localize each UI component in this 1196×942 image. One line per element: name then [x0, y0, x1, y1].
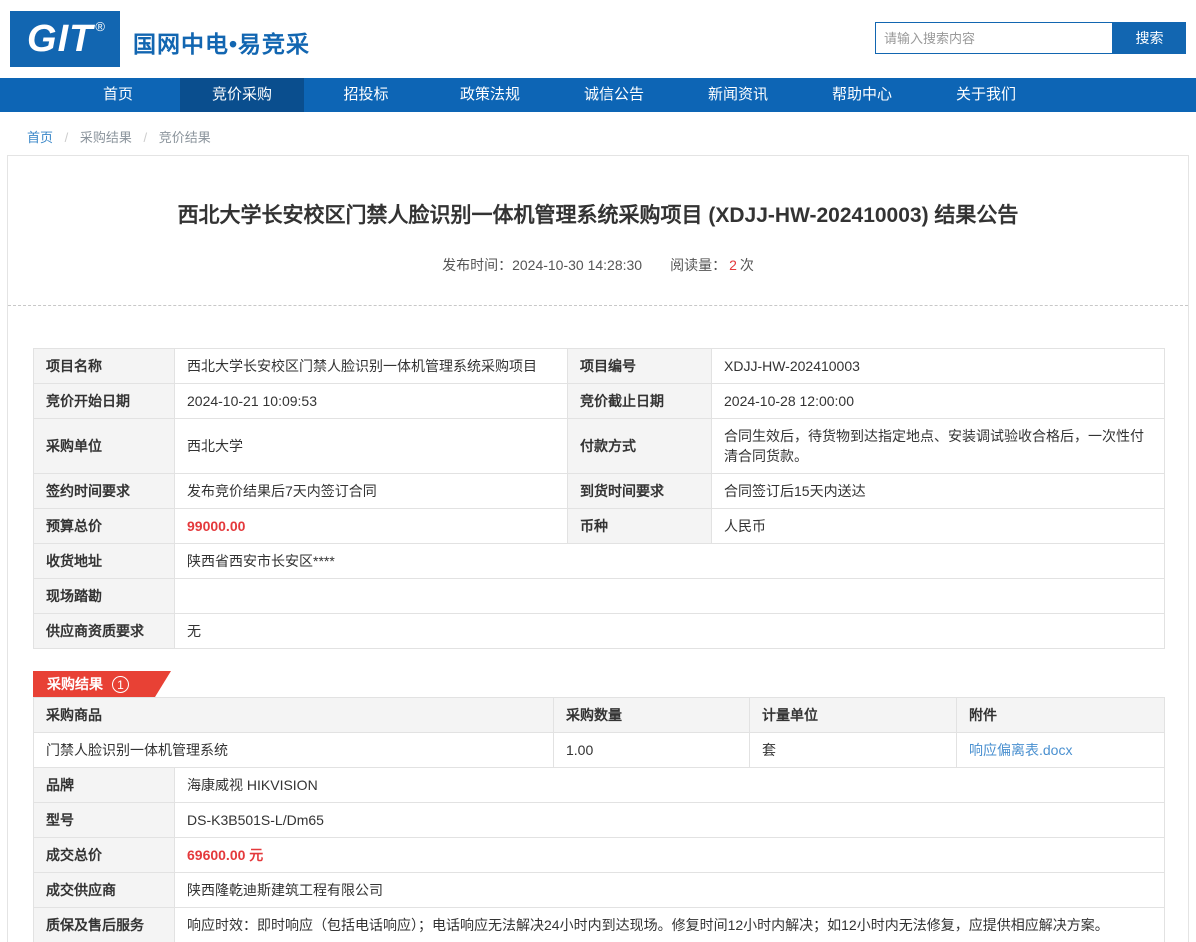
field-label: 收货地址 — [34, 544, 175, 579]
field-value: 合同生效后，待货物到达指定地点、安装调试验收合格后，一次性付清合同货款。 — [712, 419, 1165, 474]
field-value: 2024-10-28 12:00:00 — [712, 384, 1165, 419]
column-header: 采购商品 — [34, 698, 554, 733]
table-row: 收货地址 陕西省西安市长安区**** — [34, 544, 1165, 579]
field-label: 付款方式 — [568, 419, 712, 474]
budget-price-value: 99000.00 — [175, 509, 568, 544]
table-row: 预算总价 99000.00 币种 人民币 — [34, 509, 1165, 544]
views-count: 2 — [729, 257, 737, 273]
field-value: 陕西省西安市长安区**** — [175, 544, 1165, 579]
nav-item-about-us[interactable]: 关于我们 — [924, 78, 1048, 112]
dashed-divider — [8, 305, 1188, 306]
banner-label: 采购结果 — [47, 674, 103, 694]
nav-item-tenders[interactable]: 招投标 — [304, 78, 428, 112]
search-bar: 搜索 — [875, 22, 1186, 54]
page-title: 西北大学长安校区门禁人脸识别一体机管理系统采购项目 (XDJJ-HW-20241… — [8, 199, 1188, 229]
field-label: 项目名称 — [34, 349, 175, 384]
main-nav: 首页 竞价采购 招投标 政策法规 诚信公告 新闻资讯 帮助中心 关于我们 — [0, 78, 1196, 112]
field-value: 2024-10-21 10:09:53 — [175, 384, 568, 419]
nav-item-policies[interactable]: 政策法规 — [428, 78, 552, 112]
field-value: 发布竞价结果后7天内签订合同 — [175, 474, 568, 509]
table-row: 品牌 海康威视 HIKVISION — [34, 768, 1165, 803]
field-label: 现场踏勘 — [34, 579, 175, 614]
field-value: 海康威视 HIKVISION — [175, 768, 1165, 803]
table-row: 质保及售后服务 响应时效：即时响应（包括电话响应）；电话响应无法解决24小时内到… — [34, 908, 1165, 942]
search-input[interactable] — [875, 22, 1113, 54]
procurement-result-banner: 采购结果 1 — [33, 671, 171, 697]
announcement-card: 西北大学长安校区门禁人脸识别一体机管理系统采购项目 (XDJJ-HW-20241… — [7, 155, 1189, 942]
goods-table: 采购商品 采购数量 计量单位 附件 门禁人脸识别一体机管理系统 1.00 套 响… — [33, 697, 1165, 768]
field-label: 竞价开始日期 — [34, 384, 175, 419]
views-unit: 次 — [740, 257, 754, 273]
nav-item-bidding-procurement[interactable]: 竞价采购 — [180, 78, 304, 112]
goods-quantity: 1.00 — [554, 733, 750, 768]
nav-item-help-center[interactable]: 帮助中心 — [800, 78, 924, 112]
field-value: 无 — [175, 614, 1165, 649]
table-row: 门禁人脸识别一体机管理系统 1.00 套 响应偏离表.docx — [34, 733, 1165, 768]
deal-detail-table: 品牌 海康威视 HIKVISION 型号 DS-K3B501S-L/Dm65 成… — [33, 767, 1165, 942]
breadcrumb-separator: / — [144, 130, 148, 145]
field-label: 签约时间要求 — [34, 474, 175, 509]
logo-text: GIT — [27, 18, 93, 61]
table-row: 签约时间要求 发布竞价结果后7天内签订合同 到货时间要求 合同签订后15天内送达 — [34, 474, 1165, 509]
nav-item-news[interactable]: 新闻资讯 — [676, 78, 800, 112]
field-label: 项目编号 — [568, 349, 712, 384]
page-header: GIT® 国网中电•易竞采 搜索 — [0, 0, 1196, 78]
publish-time-label: 发布时间： — [442, 257, 512, 273]
field-value: DS-K3B501S-L/Dm65 — [175, 803, 1165, 838]
column-header: 采购数量 — [554, 698, 750, 733]
field-value: XDJJ-HW-202410003 — [712, 349, 1165, 384]
field-label: 竞价截止日期 — [568, 384, 712, 419]
field-label: 采购单位 — [34, 419, 175, 474]
search-button[interactable]: 搜索 — [1113, 22, 1186, 54]
field-label: 质保及售后服务 — [34, 908, 175, 942]
project-info-table: 项目名称 西北大学长安校区门禁人脸识别一体机管理系统采购项目 项目编号 XDJJ… — [33, 348, 1165, 649]
field-label: 型号 — [34, 803, 175, 838]
table-row: 采购单位 西北大学 付款方式 合同生效后，待货物到达指定地点、安装调试验收合格后… — [34, 419, 1165, 474]
breadcrumb-home-link[interactable]: 首页 — [27, 130, 53, 145]
registered-mark-icon: ® — [95, 19, 105, 34]
article-meta: 发布时间：2024-10-30 14:28:30 阅读量：2次 — [8, 255, 1188, 275]
breadcrumb-separator: / — [65, 130, 69, 145]
table-row: 型号 DS-K3B501S-L/Dm65 — [34, 803, 1165, 838]
field-label: 供应商资质要求 — [34, 614, 175, 649]
views-label: 阅读量： — [670, 257, 726, 273]
column-header: 计量单位 — [750, 698, 957, 733]
site-title: 国网中电•易竞采 — [133, 25, 310, 59]
field-value: 西北大学 — [175, 419, 568, 474]
goods-unit: 套 — [750, 733, 957, 768]
field-value: 人民币 — [712, 509, 1165, 544]
field-value: 合同签订后15天内送达 — [712, 474, 1165, 509]
field-label: 预算总价 — [34, 509, 175, 544]
table-row: 成交供应商 陕西隆乾迪斯建筑工程有限公司 — [34, 873, 1165, 908]
deal-price-value: 69600.00 元 — [175, 838, 1165, 873]
table-row: 项目名称 西北大学长安校区门禁人脸识别一体机管理系统采购项目 项目编号 XDJJ… — [34, 349, 1165, 384]
breadcrumb-procurement-results-link[interactable]: 采购结果 — [80, 130, 132, 145]
field-label: 品牌 — [34, 768, 175, 803]
column-header: 附件 — [957, 698, 1165, 733]
field-label: 成交总价 — [34, 838, 175, 873]
table-row: 供应商资质要求 无 — [34, 614, 1165, 649]
nav-item-home[interactable]: 首页 — [56, 78, 180, 112]
attachment-link[interactable]: 响应偏离表.docx — [969, 742, 1072, 758]
site-logo[interactable]: GIT® — [10, 11, 120, 67]
field-value: 响应时效：即时响应（包括电话响应）；电话响应无法解决24小时内到达现场。修复时间… — [175, 908, 1165, 942]
field-value — [175, 579, 1165, 614]
field-value: 陕西隆乾迪斯建筑工程有限公司 — [175, 873, 1165, 908]
goods-attachment-cell: 响应偏离表.docx — [957, 733, 1165, 768]
breadcrumb: 首页 / 采购结果 / 竞价结果 — [0, 112, 1196, 155]
field-label: 成交供应商 — [34, 873, 175, 908]
table-row: 现场踏勘 — [34, 579, 1165, 614]
breadcrumb-current-page: 竞价结果 — [159, 130, 211, 145]
field-label: 到货时间要求 — [568, 474, 712, 509]
publish-time-value: 2024-10-30 14:28:30 — [512, 257, 642, 273]
goods-name: 门禁人脸识别一体机管理系统 — [34, 733, 554, 768]
table-row: 成交总价 69600.00 元 — [34, 838, 1165, 873]
nav-item-integrity-notices[interactable]: 诚信公告 — [552, 78, 676, 112]
table-row: 竞价开始日期 2024-10-21 10:09:53 竞价截止日期 2024-1… — [34, 384, 1165, 419]
table-header-row: 采购商品 采购数量 计量单位 附件 — [34, 698, 1165, 733]
field-value: 西北大学长安校区门禁人脸识别一体机管理系统采购项目 — [175, 349, 568, 384]
field-label: 币种 — [568, 509, 712, 544]
count-badge: 1 — [112, 676, 129, 693]
